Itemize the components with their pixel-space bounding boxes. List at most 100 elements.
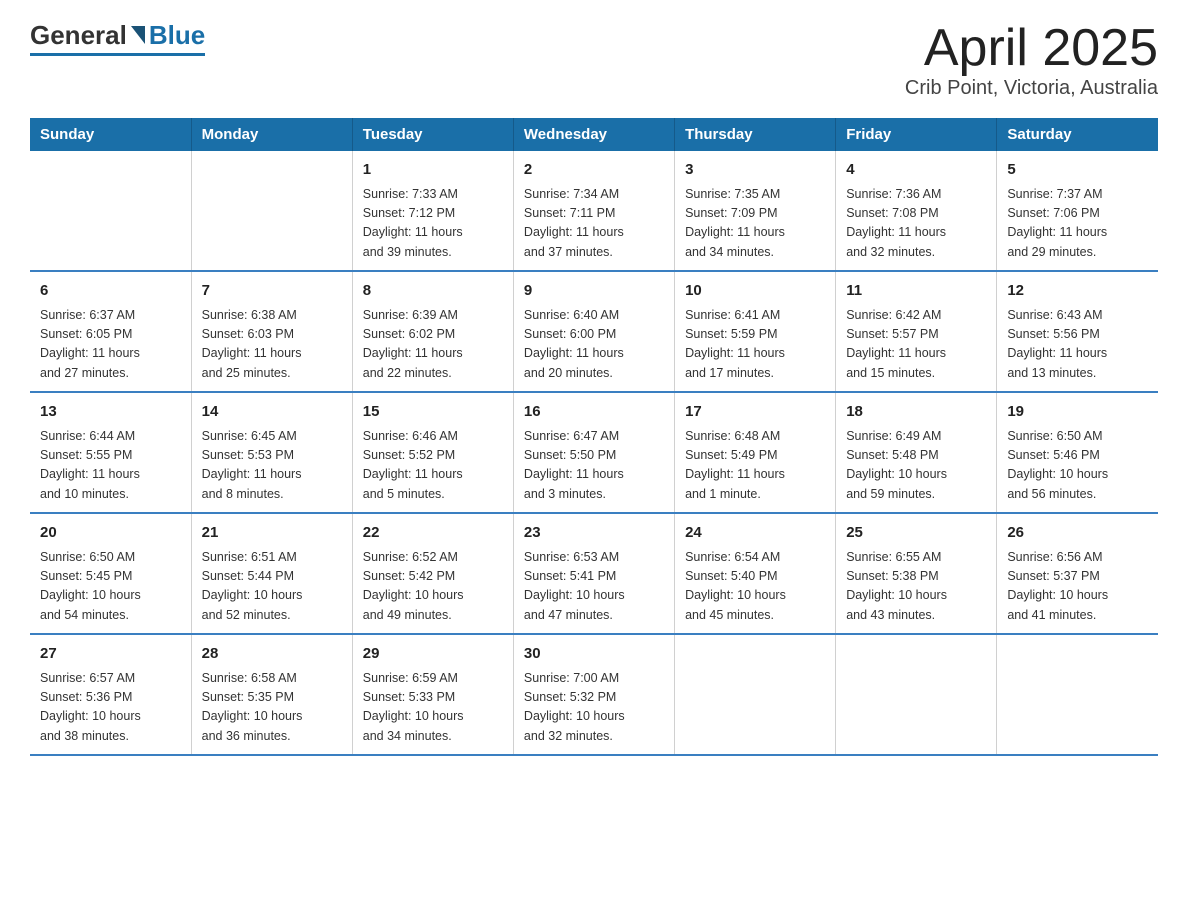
day-info: Sunrise: 6:40 AMSunset: 6:00 PMDaylight:… <box>524 306 664 384</box>
calendar-day-header: Sunday <box>30 118 191 151</box>
day-number: 27 <box>40 643 181 666</box>
logo-underline <box>30 53 205 56</box>
calendar-day-header: Friday <box>836 118 997 151</box>
calendar-cell: 3 Sunrise: 7:35 AMSunset: 7:09 PMDaylight… <box>675 151 836 271</box>
day-info: Sunrise: 6:48 AMSunset: 5:49 PMDaylight:… <box>685 427 825 505</box>
calendar-cell <box>30 151 191 271</box>
day-number: 19 <box>1007 401 1148 424</box>
day-number: 9 <box>524 280 664 303</box>
calendar-cell: 9 Sunrise: 6:40 AMSunset: 6:00 PMDaylight… <box>513 271 674 392</box>
calendar-cell <box>997 634 1158 755</box>
day-number: 20 <box>40 522 181 545</box>
day-info: Sunrise: 6:43 AMSunset: 5:56 PMDaylight:… <box>1007 306 1148 384</box>
calendar-cell: 13 Sunrise: 6:44 AMSunset: 5:55 PMDayligh… <box>30 392 191 513</box>
calendar-cell: 5Sunrise: 7:37 AMSunset: 7:06 PMDaylight… <box>997 151 1158 271</box>
calendar-cell: 29 Sunrise: 6:59 AMSunset: 5:33 PMDayligh… <box>352 634 513 755</box>
calendar-cell: 15 Sunrise: 6:46 AMSunset: 5:52 PMDayligh… <box>352 392 513 513</box>
calendar-cell: 18Sunrise: 6:49 AMSunset: 5:48 PMDayligh… <box>836 392 997 513</box>
calendar-day-header: Thursday <box>675 118 836 151</box>
day-info: Sunrise: 6:51 AMSunset: 5:44 PMDaylight:… <box>202 548 342 626</box>
day-info: Sunrise: 6:50 AMSunset: 5:45 PMDaylight:… <box>40 548 181 626</box>
day-number: 24 <box>685 522 825 545</box>
day-info: Sunrise: 6:53 AMSunset: 5:41 PMDaylight:… <box>524 548 664 626</box>
calendar-cell: 4 Sunrise: 7:36 AMSunset: 7:08 PMDaylight… <box>836 151 997 271</box>
day-info: Sunrise: 6:45 AMSunset: 5:53 PMDaylight:… <box>202 427 342 505</box>
day-number: 29 <box>363 643 503 666</box>
day-info: Sunrise: 7:35 AMSunset: 7:09 PMDaylight:… <box>685 185 825 263</box>
day-number: 30 <box>524 643 664 666</box>
day-info: Sunrise: 6:58 AMSunset: 5:35 PMDaylight:… <box>202 669 342 747</box>
day-number: 6 <box>40 280 181 303</box>
calendar-cell <box>675 634 836 755</box>
day-number: 3 <box>685 159 825 182</box>
calendar-cell: 6 Sunrise: 6:37 AMSunset: 6:05 PMDaylight… <box>30 271 191 392</box>
calendar-cell: 23 Sunrise: 6:53 AMSunset: 5:41 PMDayligh… <box>513 513 674 634</box>
calendar-cell: 21 Sunrise: 6:51 AMSunset: 5:44 PMDayligh… <box>191 513 352 634</box>
day-info: Sunrise: 6:50 AMSunset: 5:46 PMDaylight:… <box>1007 427 1148 505</box>
day-number: 14 <box>202 401 342 424</box>
day-info: Sunrise: 6:44 AMSunset: 5:55 PMDaylight:… <box>40 427 181 505</box>
day-info: Sunrise: 6:56 AMSunset: 5:37 PMDaylight:… <box>1007 548 1148 626</box>
calendar-cell: 7Sunrise: 6:38 AMSunset: 6:03 PMDaylight… <box>191 271 352 392</box>
day-number: 2 <box>524 159 664 182</box>
calendar-cell: 28Sunrise: 6:58 AMSunset: 5:35 PMDayligh… <box>191 634 352 755</box>
calendar-cell: 1 Sunrise: 7:33 AMSunset: 7:12 PMDaylight… <box>352 151 513 271</box>
day-info: Sunrise: 6:46 AMSunset: 5:52 PMDaylight:… <box>363 427 503 505</box>
day-number: 12 <box>1007 280 1148 303</box>
day-info: Sunrise: 6:54 AMSunset: 5:40 PMDaylight:… <box>685 548 825 626</box>
day-info: Sunrise: 6:59 AMSunset: 5:33 PMDaylight:… <box>363 669 503 747</box>
day-number: 11 <box>846 280 986 303</box>
calendar-day-header: Tuesday <box>352 118 513 151</box>
calendar-cell: 8Sunrise: 6:39 AMSunset: 6:02 PMDaylight… <box>352 271 513 392</box>
day-info: Sunrise: 6:55 AMSunset: 5:38 PMDaylight:… <box>846 548 986 626</box>
calendar-cell: 22 Sunrise: 6:52 AMSunset: 5:42 PMDayligh… <box>352 513 513 634</box>
day-info: Sunrise: 6:41 AMSunset: 5:59 PMDaylight:… <box>685 306 825 384</box>
calendar-week-row: 13 Sunrise: 6:44 AMSunset: 5:55 PMDayligh… <box>30 392 1158 513</box>
calendar-week-row: 6 Sunrise: 6:37 AMSunset: 6:05 PMDaylight… <box>30 271 1158 392</box>
day-number: 25 <box>846 522 986 545</box>
day-info: Sunrise: 6:42 AMSunset: 5:57 PMDaylight:… <box>846 306 986 384</box>
calendar-cell: 25 Sunrise: 6:55 AMSunset: 5:38 PMDayligh… <box>836 513 997 634</box>
day-number: 4 <box>846 159 986 182</box>
day-number: 21 <box>202 522 342 545</box>
day-info: Sunrise: 7:36 AMSunset: 7:08 PMDaylight:… <box>846 185 986 263</box>
calendar-cell: 19 Sunrise: 6:50 AMSunset: 5:46 PMDayligh… <box>997 392 1158 513</box>
day-info: Sunrise: 6:52 AMSunset: 5:42 PMDaylight:… <box>363 548 503 626</box>
calendar-cell: 10 Sunrise: 6:41 AMSunset: 5:59 PMDayligh… <box>675 271 836 392</box>
calendar-cell: 17Sunrise: 6:48 AMSunset: 5:49 PMDayligh… <box>675 392 836 513</box>
calendar-week-row: 20 Sunrise: 6:50 AMSunset: 5:45 PMDayligh… <box>30 513 1158 634</box>
calendar-cell: 11 Sunrise: 6:42 AMSunset: 5:57 PMDayligh… <box>836 271 997 392</box>
day-number: 22 <box>363 522 503 545</box>
day-info: Sunrise: 7:33 AMSunset: 7:12 PMDaylight:… <box>363 185 503 263</box>
calendar-cell: 12 Sunrise: 6:43 AMSunset: 5:56 PMDayligh… <box>997 271 1158 392</box>
calendar-day-header: Monday <box>191 118 352 151</box>
calendar-cell: 20 Sunrise: 6:50 AMSunset: 5:45 PMDayligh… <box>30 513 191 634</box>
logo-blue-text: Blue <box>149 20 205 51</box>
logo: General Blue <box>30 20 205 56</box>
calendar-subtitle: Crib Point, Victoria, Australia <box>905 77 1158 100</box>
day-number: 23 <box>524 522 664 545</box>
day-number: 18 <box>846 401 986 424</box>
title-section: April 2025 Crib Point, Victoria, Austral… <box>905 20 1158 100</box>
logo-general-text: General <box>30 20 127 51</box>
calendar-day-header: Wednesday <box>513 118 674 151</box>
day-info: Sunrise: 6:47 AMSunset: 5:50 PMDaylight:… <box>524 427 664 505</box>
calendar-day-header: Saturday <box>997 118 1158 151</box>
calendar-cell: 24 Sunrise: 6:54 AMSunset: 5:40 PMDayligh… <box>675 513 836 634</box>
day-info: Sunrise: 7:37 AMSunset: 7:06 PMDaylight:… <box>1007 185 1148 263</box>
calendar-header-row: SundayMondayTuesdayWednesdayThursdayFrid… <box>30 118 1158 151</box>
calendar-week-row: 27Sunrise: 6:57 AMSunset: 5:36 PMDayligh… <box>30 634 1158 755</box>
calendar-week-row: 1 Sunrise: 7:33 AMSunset: 7:12 PMDaylight… <box>30 151 1158 271</box>
calendar-cell: 26Sunrise: 6:56 AMSunset: 5:37 PMDayligh… <box>997 513 1158 634</box>
day-number: 16 <box>524 401 664 424</box>
page-header: General Blue April 2025 Crib Point, Vict… <box>30 20 1158 100</box>
day-info: Sunrise: 6:37 AMSunset: 6:05 PMDaylight:… <box>40 306 181 384</box>
calendar-cell: 16 Sunrise: 6:47 AMSunset: 5:50 PMDayligh… <box>513 392 674 513</box>
day-number: 1 <box>363 159 503 182</box>
day-number: 10 <box>685 280 825 303</box>
day-info: Sunrise: 7:34 AMSunset: 7:11 PMDaylight:… <box>524 185 664 263</box>
day-number: 15 <box>363 401 503 424</box>
day-number: 7 <box>202 280 342 303</box>
calendar-cell <box>836 634 997 755</box>
day-number: 13 <box>40 401 181 424</box>
